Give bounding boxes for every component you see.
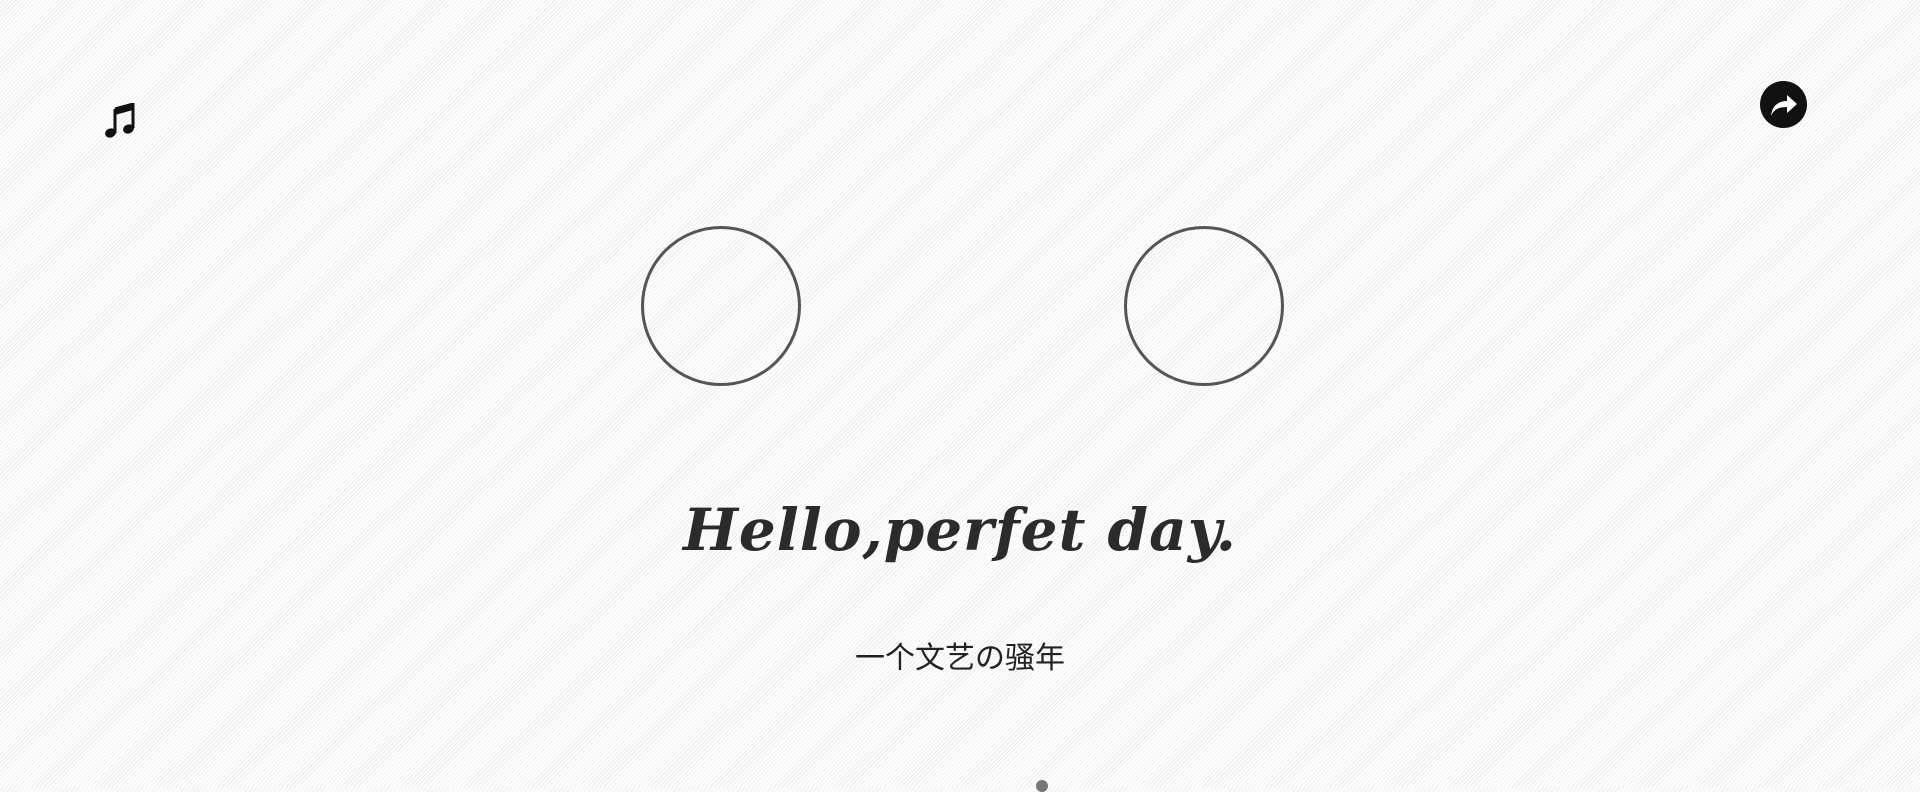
avatar-left[interactable] (641, 226, 801, 386)
page: Hello,perfet day. 一个文艺の骚年 (0, 0, 1920, 792)
share-arrow-icon (1770, 94, 1797, 116)
share-button[interactable] (1760, 81, 1807, 128)
hero-subtitle: 一个文艺の骚年 (855, 641, 1065, 676)
music-note-icon[interactable] (104, 102, 136, 139)
scroll-indicator[interactable] (1036, 780, 1048, 792)
avatar-right[interactable] (1124, 226, 1284, 386)
hero-title: Hello,perfet day. (683, 496, 1237, 564)
